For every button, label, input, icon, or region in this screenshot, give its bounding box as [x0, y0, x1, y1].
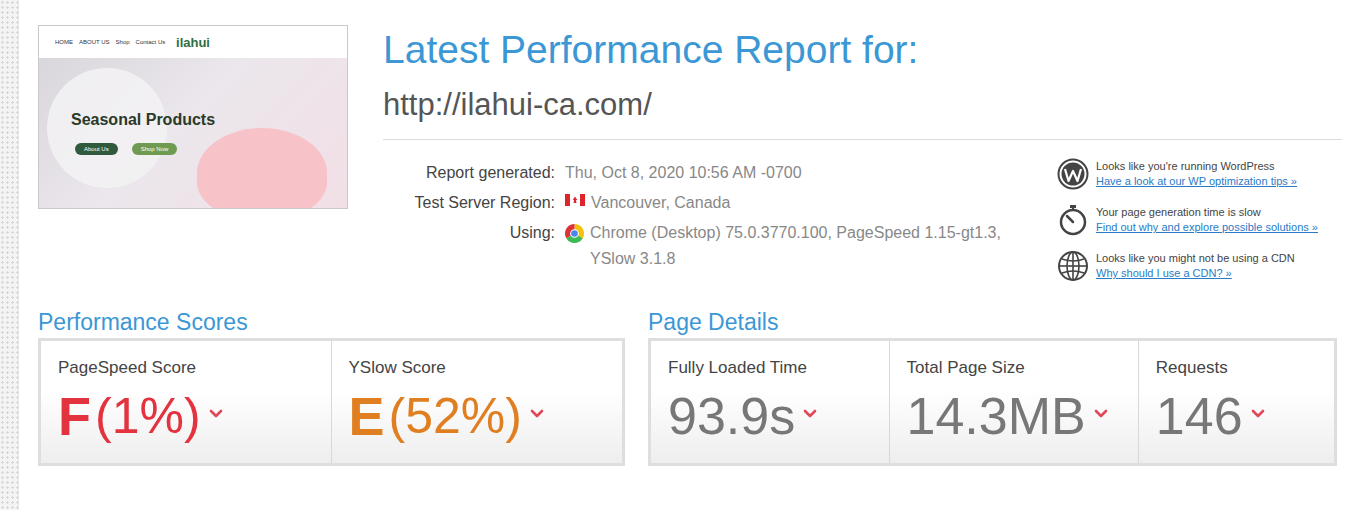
thumbnail-nav: HOME ABOUT US Shop Contact Us ilahui — [39, 26, 347, 58]
detail-label: Report generated: — [383, 160, 555, 186]
tip-item: Your page generation time is slow Find o… — [1057, 204, 1342, 236]
tip-text: Your page generation time is slow — [1096, 205, 1318, 220]
thumbnail-buttons: About Us Shop Now — [71, 143, 215, 155]
tip-text-block: Looks like you might not be using a CDN … — [1096, 251, 1295, 281]
score-percent: (52%) — [389, 383, 522, 449]
score-value-row: E (52%) — [349, 383, 613, 449]
page-details-box: Fully Loaded Time 93.9s Total Page Size … — [648, 338, 1337, 466]
summary-sections: Performance Scores PageSpeed Score F (1%… — [38, 308, 1342, 466]
report-header: HOME ABOUT US Shop Contact Us ilahui Season… — [38, 25, 1342, 282]
detail-value: Vancouver, Canada — [565, 190, 1045, 216]
detail-cell: Fully Loaded Time 93.9s — [651, 341, 890, 463]
tip-item: Looks like you're running WordPress Have… — [1057, 158, 1342, 190]
tip-link[interactable]: Find out why and explore possible soluti… — [1096, 220, 1318, 235]
score-grade: E — [349, 383, 385, 449]
chevron-down-icon[interactable] — [803, 409, 817, 418]
detail-cell-value: 146 — [1156, 383, 1243, 449]
thumbnail-photo: Seasonal Products About Us Shop Now — [39, 58, 347, 208]
tip-link[interactable]: Have a look at our WP optimization tips … — [1096, 174, 1297, 189]
thumbnail-link: HOME — [55, 39, 73, 45]
thumbnail-logo: ilahui — [176, 35, 210, 50]
detail-value-row: 146 — [1156, 383, 1324, 449]
score-value-row: F (1%) — [58, 383, 321, 449]
chrome-icon — [565, 224, 584, 243]
bunny-plate-shape — [197, 128, 327, 209]
report-title-block: Latest Performance Report for: http://il… — [383, 25, 1342, 282]
detail-cell-label: Requests — [1156, 357, 1324, 379]
detail-value-row: 93.9s — [668, 383, 879, 449]
detail-cell-value: 14.3MB — [907, 383, 1086, 449]
detail-value-row: 14.3MB — [907, 383, 1128, 449]
detail-cell-label: Total Page Size — [907, 357, 1128, 379]
section-title: Page Details — [648, 308, 1337, 336]
score-percent: (1%) — [95, 383, 201, 449]
report-title: Latest Performance Report for: — [383, 25, 1342, 75]
detail-cell: Total Page Size 14.3MB — [890, 341, 1139, 463]
stopwatch-icon — [1057, 204, 1089, 236]
chevron-down-icon[interactable] — [209, 409, 223, 418]
score-cell: PageSpeed Score F (1%) — [41, 341, 332, 463]
detail-label: Test Server Region: — [383, 190, 555, 216]
report-url: http://ilahui-ca.com/ — [383, 85, 1342, 140]
report-details: Report generated: Thu, Oct 8, 2020 10:56… — [383, 160, 1045, 282]
score-label: YSlow Score — [349, 357, 613, 379]
score-label: PageSpeed Score — [58, 357, 321, 379]
tip-link[interactable]: Why should I use a CDN? » — [1096, 266, 1295, 281]
report-main: HOME ABOUT US Shop Contact Us ilahui Season… — [19, 0, 1352, 510]
wordpress-icon — [1057, 158, 1089, 190]
detail-cell: Requests 146 — [1139, 341, 1334, 463]
thumbnail-button: About Us — [75, 143, 118, 155]
detail-cell-label: Fully Loaded Time — [668, 357, 879, 379]
tip-text: Looks like you might not be using a CDN — [1096, 251, 1295, 266]
page-thumbnail: HOME ABOUT US Shop Contact Us ilahui Season… — [38, 25, 348, 209]
chevron-down-icon[interactable] — [1251, 409, 1265, 418]
detail-cell-value: 93.9s — [668, 383, 795, 449]
tips-list: Looks like you're running WordPress Have… — [1057, 158, 1342, 282]
tip-item: Looks like you might not be using a CDN … — [1057, 250, 1342, 282]
thumbnail-link: ABOUT US — [79, 39, 110, 45]
tip-text-block: Your page generation time is slow Find o… — [1096, 205, 1318, 235]
score-grade: F — [58, 383, 91, 449]
thumbnail-link: Shop — [116, 39, 130, 45]
score-cell: YSlow Score E (52%) — [332, 341, 623, 463]
detail-value: Chrome (Desktop) 75.0.3770.100, PageSpee… — [565, 220, 1045, 272]
detail-value: Thu, Oct 8, 2020 10:56 AM -0700 — [565, 160, 1045, 186]
chevron-down-icon[interactable] — [530, 409, 544, 418]
report-info: Report generated: Thu, Oct 8, 2020 10:56… — [383, 140, 1342, 282]
report-page: HOME ABOUT US Shop Contact Us ilahui Season… — [0, 0, 1352, 510]
thumbnail-link: Contact Us — [136, 39, 166, 45]
section-title: Performance Scores — [38, 308, 625, 336]
chevron-down-icon[interactable] — [1094, 409, 1108, 418]
thumbnail-hero: Seasonal Products About Us Shop Now — [71, 111, 215, 155]
thumbnail-headline: Seasonal Products — [71, 111, 215, 129]
scores-box: PageSpeed Score F (1%) YSlow Score E (52… — [38, 338, 625, 466]
thumbnail-links: HOME ABOUT US Shop Contact Us — [55, 39, 168, 45]
canada-flag-icon — [565, 194, 585, 206]
page-details: Page Details Fully Loaded Time 93.9s Tot… — [648, 308, 1337, 466]
globe-icon — [1057, 250, 1089, 282]
detail-label: Using: — [383, 220, 555, 272]
tip-text: Looks like you're running WordPress — [1096, 159, 1297, 174]
thumbnail-button: Shop Now — [132, 143, 178, 155]
tip-text-block: Looks like you're running WordPress Have… — [1096, 159, 1297, 189]
side-strip — [0, 0, 19, 510]
performance-scores: Performance Scores PageSpeed Score F (1%… — [38, 308, 625, 466]
